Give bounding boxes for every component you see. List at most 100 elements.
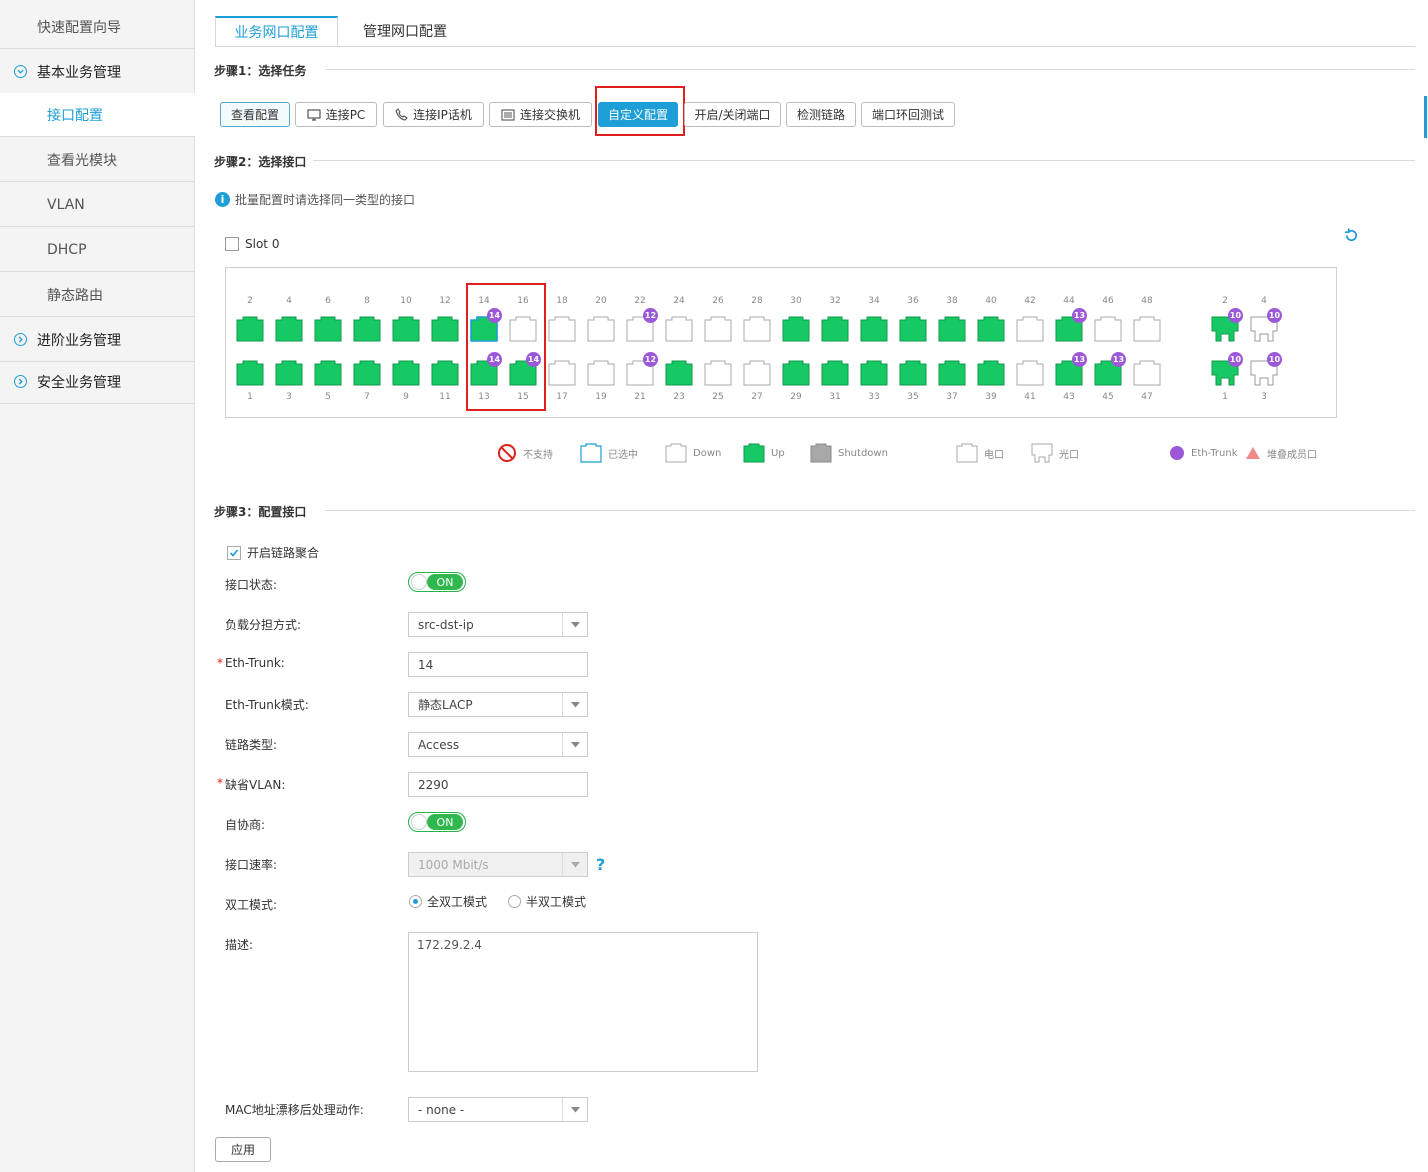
sidebar-item-vlan[interactable]: VLAN xyxy=(0,183,195,227)
view-config-button[interactable]: 查看配置 xyxy=(220,102,290,127)
tab-business-port[interactable]: 业务网口配置 xyxy=(215,16,338,46)
duplex-half-radio[interactable]: 半双工模式 xyxy=(508,893,586,910)
sidebar-group-security[interactable]: 安全业务管理 xyxy=(0,360,195,404)
port-28[interactable] xyxy=(743,316,771,342)
port-29[interactable] xyxy=(782,360,810,386)
connect-switch-button[interactable]: 连接交换机 xyxy=(489,102,592,127)
help-icon[interactable]: ? xyxy=(596,855,605,874)
sidebar-item-static-route[interactable]: 静态路由 xyxy=(0,273,195,317)
link-type-label: 链路类型: xyxy=(225,738,278,752)
port-19[interactable] xyxy=(587,360,615,386)
port-18[interactable] xyxy=(548,316,576,342)
port-23[interactable] xyxy=(665,360,693,386)
info-message: i 批量配置时请选择同一类型的接口 xyxy=(215,191,415,208)
slot-checkbox[interactable] xyxy=(225,237,239,251)
port-2[interactable] xyxy=(236,316,264,342)
apply-button[interactable]: 应用 xyxy=(215,1137,271,1162)
port-16[interactable] xyxy=(509,316,537,342)
load-balance-select[interactable]: src-dst-ip xyxy=(408,612,588,637)
port-42[interactable] xyxy=(1016,316,1044,342)
slot-checkbox-row[interactable]: Slot 0 xyxy=(225,237,279,251)
port-8[interactable] xyxy=(353,316,381,342)
mac-action-label: MAC地址漂移后处理动作: xyxy=(225,1103,364,1117)
eth-trunk-mode-select[interactable]: 静态LACP xyxy=(408,692,588,717)
port-46[interactable] xyxy=(1094,316,1122,342)
step3-title: 步骤3：配置接口 xyxy=(214,505,307,519)
sidebar-item-optical-module[interactable]: 查看光模块 xyxy=(0,138,195,182)
port-number-label: 9 xyxy=(403,392,409,402)
port-selected-icon xyxy=(580,443,602,463)
port-17[interactable] xyxy=(548,360,576,386)
port-40[interactable] xyxy=(977,316,1005,342)
port-1[interactable] xyxy=(236,360,264,386)
port-30[interactable] xyxy=(782,316,810,342)
sidebar-item-interface-config[interactable]: 接口配置 xyxy=(0,93,195,137)
port-5[interactable] xyxy=(314,360,342,386)
port-10[interactable] xyxy=(392,316,420,342)
port-6[interactable] xyxy=(314,316,342,342)
port-31[interactable] xyxy=(821,360,849,386)
connect-pc-button[interactable]: 连接PC xyxy=(295,102,377,127)
switch-icon xyxy=(501,108,515,121)
refresh-icon[interactable] xyxy=(1343,227,1360,244)
eth-trunk-input[interactable]: 14 xyxy=(408,652,588,677)
default-vlan-input[interactable]: 2290 xyxy=(408,772,588,797)
tab-management-port[interactable]: 管理网口配置 xyxy=(345,16,465,46)
port-number-label: 31 xyxy=(829,392,841,402)
port-27[interactable] xyxy=(743,360,771,386)
port-35[interactable] xyxy=(899,360,927,386)
mac-action-select[interactable]: - none - xyxy=(408,1097,588,1122)
port-panel: 2 4 6 8 10 12 14 14 16 18 20 12 22 24 26 28 30 32 34 36 38 40… xyxy=(225,267,1337,418)
port-32[interactable] xyxy=(821,316,849,342)
loopback-test-button[interactable]: 端口环回测试 xyxy=(861,102,955,127)
port-38[interactable] xyxy=(938,316,966,342)
port-33[interactable] xyxy=(860,360,888,386)
auto-neg-toggle[interactable]: ON xyxy=(408,812,466,832)
legend-selected: 已选中 xyxy=(580,443,638,463)
sidebar-item-quick-wizard[interactable]: 快速配置向导 xyxy=(0,5,195,49)
legend-optical: 光口 xyxy=(1031,443,1079,463)
port-down-icon xyxy=(665,443,687,463)
port-4[interactable] xyxy=(275,316,303,342)
port-3[interactable] xyxy=(275,360,303,386)
port-number-label: 19 xyxy=(595,392,607,402)
port-12[interactable] xyxy=(431,316,459,342)
port-9[interactable] xyxy=(392,360,420,386)
link-aggregation-row[interactable]: 开启链路聚合 xyxy=(227,544,319,561)
duplex-full-radio[interactable]: 全双工模式 xyxy=(409,893,487,910)
connect-ip-phone-button[interactable]: 连接IP话机 xyxy=(383,102,484,127)
port-11[interactable] xyxy=(431,360,459,386)
port-36[interactable] xyxy=(899,316,927,342)
port-47[interactable] xyxy=(1133,360,1161,386)
port-number-label: 43 xyxy=(1063,392,1075,402)
port-24[interactable] xyxy=(665,316,693,342)
port-25[interactable] xyxy=(704,360,732,386)
sidebar-group-basic[interactable]: 基本业务管理 xyxy=(0,50,195,94)
port-41[interactable] xyxy=(1016,360,1044,386)
toggle-port-button[interactable]: 开启/关闭端口 xyxy=(684,102,781,127)
description-textarea[interactable]: 172.29.2.4 xyxy=(408,932,758,1072)
trunk-badge: 13 xyxy=(1072,352,1087,367)
chevron-down-icon xyxy=(562,693,587,716)
scrollbar[interactable] xyxy=(1424,96,1427,138)
port-number-label: 20 xyxy=(595,296,607,306)
port-status-label: 接口状态: xyxy=(225,578,278,592)
port-26[interactable] xyxy=(704,316,732,342)
port-34[interactable] xyxy=(860,316,888,342)
port-number-label: 15 xyxy=(517,392,529,402)
link-aggregation-checkbox[interactable] xyxy=(227,545,241,560)
link-type-select[interactable]: Access xyxy=(408,732,588,757)
port-number-label: 4 xyxy=(1261,296,1267,306)
port-number-label: 10 xyxy=(400,296,412,306)
port-48[interactable] xyxy=(1133,316,1161,342)
port-39[interactable] xyxy=(977,360,1005,386)
detect-link-button[interactable]: 检测链路 xyxy=(786,102,856,127)
port-status-toggle[interactable]: ON xyxy=(408,572,466,592)
port-37[interactable] xyxy=(938,360,966,386)
port-20[interactable] xyxy=(587,316,615,342)
port-number-label: 28 xyxy=(751,296,763,306)
sidebar-item-dhcp[interactable]: DHCP xyxy=(0,228,195,272)
custom-config-button[interactable]: 自定义配置 xyxy=(598,102,678,127)
port-7[interactable] xyxy=(353,360,381,386)
sidebar-group-advanced[interactable]: 进阶业务管理 xyxy=(0,318,195,362)
